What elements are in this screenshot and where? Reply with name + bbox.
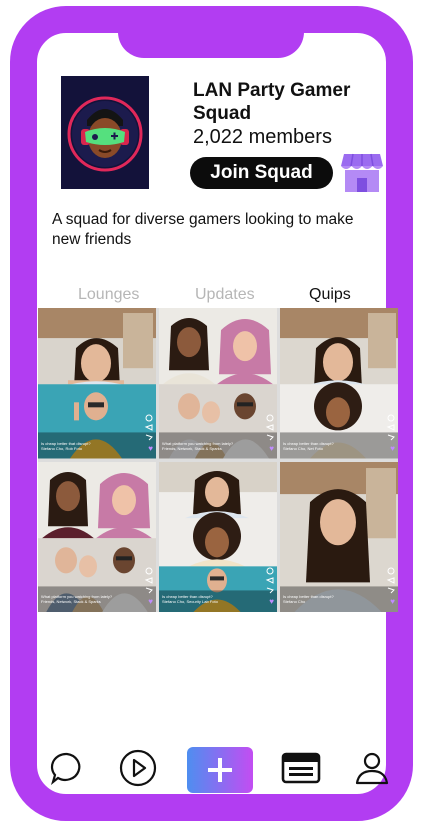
share-icons[interactable] — [265, 413, 275, 441]
member-count: 2,022 members — [193, 126, 332, 148]
quip-caption: Is cheap better that disrupt? Stefano Ch… — [41, 440, 91, 451]
join-squad-button[interactable]: Join Squad — [190, 157, 333, 189]
quip-caption: What platform you watching from lately? … — [41, 594, 113, 604]
squad-name: LAN Party Gamer Squad — [193, 80, 351, 124]
content-tabs: Lounges Updates Quips — [38, 286, 398, 308]
heart-icon[interactable]: ♥ — [390, 598, 395, 606]
share-icons[interactable] — [386, 566, 396, 594]
quip-tile[interactable]: Is cheap better that disrupt? Stefano Ch… — [38, 308, 156, 459]
quip-caption: Is cheap better than disrupt? Stefano Ch… — [283, 440, 334, 451]
storefront-icon[interactable] — [340, 152, 384, 194]
squad-avatar — [61, 76, 149, 189]
browser-window-icon[interactable] — [278, 743, 324, 793]
tab-lounges[interactable]: Lounges — [78, 286, 139, 304]
share-icons[interactable] — [386, 413, 396, 441]
heart-icon[interactable]: ♥ — [148, 598, 153, 606]
bottom-nav — [38, 743, 398, 797]
tab-updates[interactable]: Updates — [195, 286, 255, 304]
tab-quips[interactable]: Quips — [309, 286, 351, 304]
quip-tile[interactable]: Is cheap better than disrupt? Stefano Ch… — [159, 461, 277, 612]
heart-icon[interactable]: ♥ — [269, 598, 274, 606]
quip-caption: What platform you watching from lately? … — [162, 440, 234, 451]
share-icons[interactable] — [265, 566, 275, 594]
squad-description: A squad for diverse gamers looking to ma… — [52, 211, 354, 248]
create-button[interactable] — [187, 747, 253, 793]
quip-tile[interactable]: Is cheap better than disrupt? Stefano Ch… — [280, 461, 398, 612]
quip-tile[interactable]: What platform you watching from lately? … — [159, 308, 277, 459]
play-circle-icon[interactable] — [115, 743, 161, 793]
quip-caption: Is cheap better than disrupt? Stefano Ch… — [162, 594, 218, 604]
heart-icon[interactable]: ♥ — [148, 444, 153, 453]
quips-grid: Is cheap better that disrupt? Stefano Ch… — [38, 308, 398, 612]
chat-bubble-icon[interactable] — [44, 743, 90, 793]
quip-tile[interactable]: What platform you watching from lately? … — [38, 461, 156, 612]
heart-icon[interactable]: ♥ — [269, 444, 274, 453]
share-icons[interactable] — [144, 413, 154, 441]
quip-caption: Is cheap better than disrupt? Stefano Ch… — [283, 594, 334, 604]
quip-tile[interactable]: Is cheap better than disrupt? Stefano Ch… — [280, 308, 398, 459]
plus-icon — [208, 758, 232, 782]
share-icons[interactable] — [144, 566, 154, 594]
phone-notch — [118, 6, 304, 58]
heart-icon[interactable]: ♥ — [390, 444, 395, 453]
profile-icon[interactable] — [349, 743, 395, 793]
